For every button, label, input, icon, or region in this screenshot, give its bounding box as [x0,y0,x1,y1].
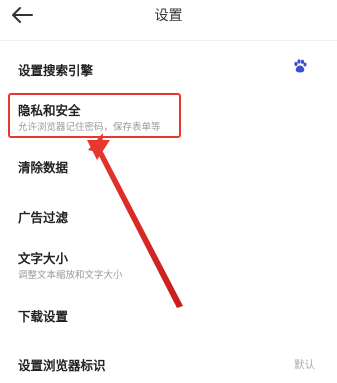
settings-item-description: 调整文本缩放和文字大小 [18,270,123,281]
header-bar: 设置 [0,0,337,30]
settings-item-text-size[interactable]: 文字大小 调整文本缩放和文字大小 [0,243,337,288]
settings-item-label: 广告过滤 [18,210,69,225]
header-divider [0,40,337,41]
settings-item-download[interactable]: 下载设置 [0,296,337,336]
settings-item-label: 文字大小 [18,251,69,266]
highlight-box [8,93,181,138]
settings-item-label: 设置搜索引擎 [18,63,94,78]
baidu-paw-icon [294,59,307,73]
settings-item-search-engine[interactable]: 设置搜索引擎 [0,48,337,88]
settings-item-label: 清除数据 [18,160,69,175]
page-title: 设置 [154,8,183,24]
settings-item-browser-ua[interactable]: 设置浏览器标识 默认 [0,343,337,383]
settings-item-label: 设置浏览器标识 [18,358,106,373]
settings-item-ad-filter[interactable]: 广告过滤 [0,195,337,235]
back-arrow-icon[interactable] [8,3,36,27]
settings-item-value: 默认 [294,359,315,371]
settings-item-clear-data[interactable]: 清除数据 [0,145,337,185]
settings-item-label: 下载设置 [18,309,69,324]
